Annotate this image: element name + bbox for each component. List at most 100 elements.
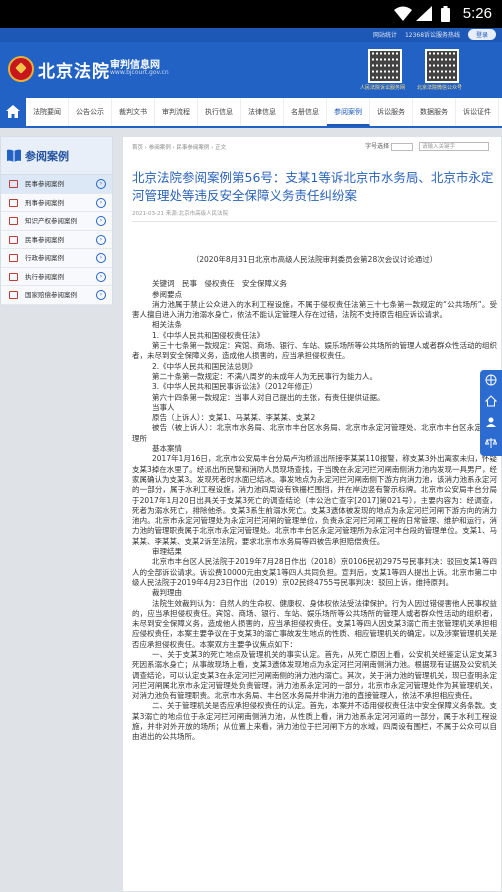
home-icon — [6, 105, 20, 118]
wifi-icon — [394, 6, 412, 21]
sidebar-item[interactable]: 知识产权参阅案例 › — [1, 212, 112, 231]
font-size-select[interactable] — [391, 142, 414, 151]
article-paragraph: 原告（上诉人）：支某1、马某某、李某某、支某2 — [152, 413, 316, 423]
nav-item[interactable]: 法律信息 — [241, 98, 284, 126]
sidebar-item-label: 知识产权参阅案例 — [25, 217, 77, 225]
status-bar: 5:26 — [0, 0, 502, 28]
article-paragraph: 2.《中华人民共和国民法总则》 — [152, 361, 257, 371]
sidebar-item[interactable]: 行政参阅案例 › — [1, 249, 112, 268]
document-icon — [9, 217, 18, 225]
sidebar-item[interactable]: 执行参阅案例 › — [1, 268, 112, 286]
article-paragraph: 法院生效裁判认为：自然人的生命权、健康权、身体权依法受法律保护。行为人因过错侵害… — [132, 598, 497, 649]
nav-item[interactable]: 名册信息 — [284, 98, 327, 126]
hotline-text: 12368诉讼服务热线 — [404, 32, 461, 39]
nav-item[interactable]: 执行信息 — [198, 98, 241, 126]
sidebar-item-label: 行政参阅案例 — [25, 254, 64, 262]
chevron-right-icon: › — [96, 290, 106, 300]
signal-icon — [416, 6, 432, 21]
site-stats-link[interactable]: 网站统计 — [373, 32, 397, 39]
article-paragraph: 基本案情 — [152, 444, 182, 454]
nav-item[interactable]: 审判流程 — [155, 98, 198, 126]
login-button[interactable]: 登录 — [467, 29, 496, 40]
sidebar-item-label: 国家赔偿参阅案例 — [25, 291, 77, 299]
chevron-right-icon: › — [96, 216, 106, 226]
nav-item[interactable]: 裁判文书 — [112, 98, 155, 126]
chevron-right-icon: › — [96, 197, 106, 208]
article-paragraph: 2017年1月16日，北京市公安局丰台分局卢沟桥派出所接李某某110报警，称支某… — [132, 454, 497, 546]
sidebar-title: 参阅案例 — [25, 150, 69, 163]
article-paragraph: 第六十四条第一款规定：当事人对自己提出的主张，有责任提供证据。 — [152, 392, 385, 402]
site-url: www.bjcourt.gov.cn — [110, 69, 169, 76]
article-paragraph: 第三十七条第一款规定：宾馆、商场、银行、车站、娱乐场所等公共场所的管理人或者群众… — [132, 341, 497, 361]
search-input[interactable]: 请输入关键字 — [419, 142, 489, 151]
sidebar-item[interactable]: 民事参阅案例 › — [1, 175, 112, 194]
site-header: 北京法院 审判信息网 www.bjcourt.gov.cn 人民法院诉讼服务网 … — [0, 42, 502, 98]
article-paragraph: 二、关于管理机关是否应承担侵权责任的认定。首先，本案并不适用侵权责任法中安全保障… — [132, 701, 497, 742]
scale-icon — [485, 438, 497, 448]
sidebar-item[interactable]: 民事参阅案例 › — [1, 231, 112, 249]
home-icon — [485, 395, 497, 407]
chevron-right-icon: › — [96, 253, 106, 263]
article-paragraph: 审理结果 — [152, 547, 182, 557]
article-paragraph: 消力池属于禁止公众进入的水利工程设施，不属于侵权责任法第三十七条第一款规定的“公… — [132, 299, 497, 320]
article-paragraph: 第二十条第一款规定：不满八周岁的未成年人为无民事行为能力人。 — [152, 371, 377, 381]
clock: 5:26 — [462, 5, 492, 22]
float-button-1[interactable] — [480, 370, 502, 391]
user-icon — [486, 417, 496, 427]
document-icon — [9, 180, 18, 188]
book-icon — [7, 149, 21, 162]
chevron-right-icon: › — [96, 179, 106, 189]
float-button-2[interactable] — [480, 391, 502, 412]
float-button-3[interactable] — [480, 412, 502, 433]
sidebar-item-label: 执行参阅案例 — [25, 272, 64, 281]
sidebar-item-label: 刑事参阅案例 — [25, 198, 64, 207]
qr-caption-litigation: 人民法院诉讼服务网 — [360, 85, 406, 91]
article-paragraph: （2020年8月31日北京市高级人民法院审判委员会第28次会议讨论通过） — [191, 255, 438, 264]
article-title: 北京法院参阅案例第56号：支某1等诉北京市水务局、北京市永定河管理处等违反安全保… — [132, 170, 494, 203]
divider — [132, 221, 497, 222]
chevron-right-icon: › — [96, 271, 106, 282]
document-icon — [9, 235, 18, 244]
document-icon — [9, 291, 18, 299]
globe-icon — [485, 374, 497, 386]
article-paragraph: 裁判理由 — [152, 588, 182, 598]
sidebar-item[interactable]: 国家赔偿参阅案例 › — [1, 286, 112, 305]
article-paragraph: 3.《中华人民共和国民事诉讼法》（2012年修正） — [152, 382, 317, 392]
main-nav: 法院要闻 公告公示 裁判文书 审判流程 执行信息 法律信息 名册信息 参阅案例 诉讼服务 数据服务… — [0, 98, 502, 128]
court-emblem-logo — [8, 56, 34, 82]
sidebar-item[interactable]: 刑事参阅案例 › — [1, 194, 112, 212]
qr-code-wechat — [425, 49, 459, 83]
article-paragraph: 当事人 — [152, 402, 175, 412]
sidebar: 参阅案例 民事参阅案例 › 刑事参阅案例 › 知识产权参阅案例 › 民事参阅案例 › 行政参阅案… — [0, 136, 113, 305]
qr-code-litigation — [368, 49, 402, 83]
document-icon — [9, 254, 18, 262]
document-icon — [9, 272, 18, 281]
nav-item[interactable]: 数据服务 — [413, 98, 456, 126]
nav-item[interactable]: 诉讼证件 — [456, 98, 499, 126]
nav-item[interactable]: 公告公示 — [69, 98, 112, 126]
article-paragraph: 相关法条 — [152, 320, 182, 330]
article-panel: 首页 › 参阅案例 › 民事参阅案例 › 正文 字号选择 请输入关键字 北京法院… — [122, 136, 502, 892]
font-size-label: 字号选择 — [365, 143, 390, 150]
top-link-bar: 网站统计 12368诉讼服务热线 登录 — [0, 28, 502, 42]
article-paragraph: 关键词 民事 侵权责任 安全保障义务 — [152, 279, 287, 289]
qr-caption-wechat: 北京法院微信公众号 — [417, 85, 463, 91]
article-paragraph: 一、关于支某3的死亡地点及管理机关的事实认定。首先，从死亡原因上看，公安机关经鉴… — [132, 649, 497, 701]
article-tools: 字号选择 请输入关键字 — [365, 141, 489, 151]
sidebar-item-label: 民事参阅案例 — [25, 235, 64, 244]
article-paragraph: 被告（被上诉人）：北京市水务局、北京市丰台区水务局、北京市永定河管理处、北京市丰… — [132, 423, 497, 443]
site-name[interactable]: 北京法院 — [38, 57, 110, 82]
article-meta: 2021-03-21 来源:北京市高级人民法院 — [132, 211, 229, 217]
article-paragraph: 1.《中华人民共和国侵权责任法》 — [152, 330, 265, 340]
float-button-4[interactable] — [480, 433, 502, 454]
home-button[interactable] — [0, 98, 26, 126]
floating-toolbar — [480, 370, 502, 456]
sidebar-item-label: 民事参阅案例 — [25, 180, 64, 188]
nav-item[interactable]: 参阅案例 — [327, 98, 370, 126]
article-body: （2020年8月31日北京市高级人民法院审判委员会第28次会议讨论通过） 关键词 … — [132, 255, 497, 743]
document-icon — [9, 198, 18, 207]
battery-icon — [441, 6, 450, 22]
breadcrumb[interactable]: 首页 › 参阅案例 › 民事参阅案例 › 正文 — [132, 143, 226, 151]
nav-item[interactable]: 法院要闻 — [26, 98, 69, 126]
nav-item[interactable]: 诉讼服务 — [370, 98, 413, 126]
